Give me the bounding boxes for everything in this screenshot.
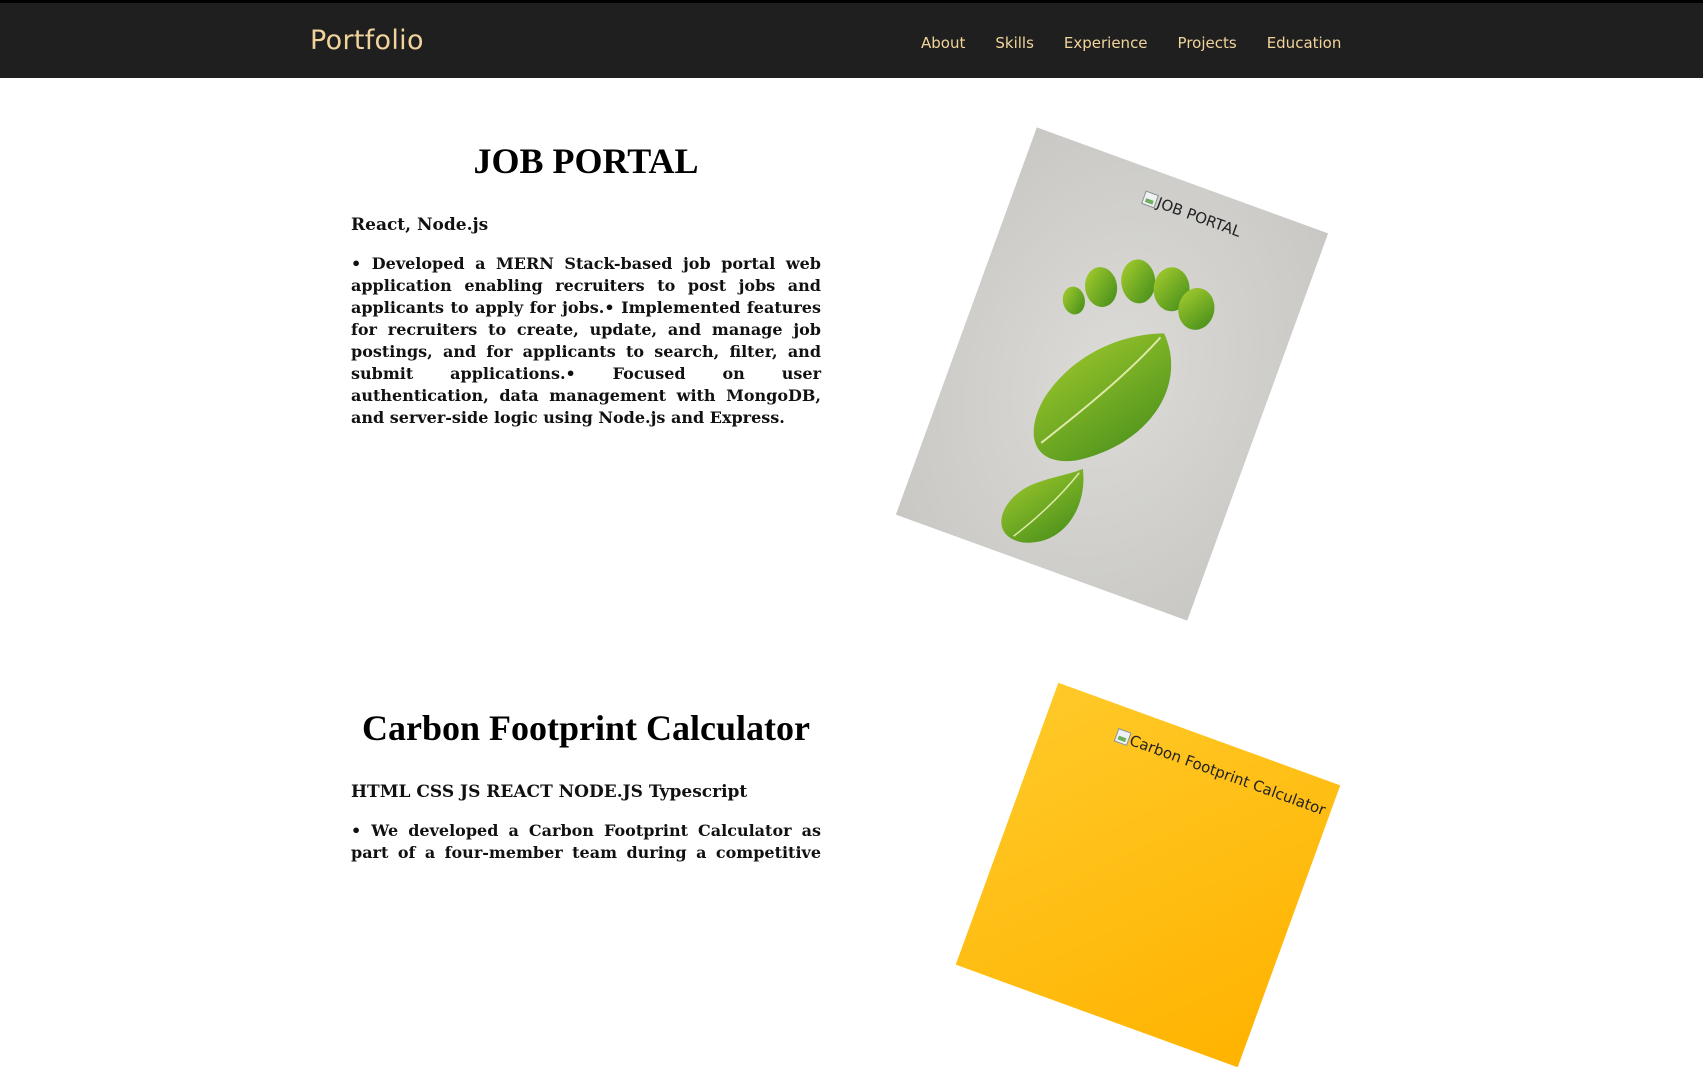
project-description: • Developed a MERN Stack-based job porta… <box>351 254 821 427</box>
project-image: Carbon Footprint Calculator <box>955 682 1341 1067</box>
nav-link-projects[interactable]: Projects <box>1178 34 1237 52</box>
image-alt-text: Carbon Footprint Calculator <box>1113 726 1328 819</box>
project-tech-stack: React, Node.js <box>351 215 489 235</box>
nav-link-experience[interactable]: Experience <box>1064 34 1148 52</box>
leaf-footprint-icon <box>895 127 1329 621</box>
project-title: Carbon Footprint Calculator <box>362 708 810 748</box>
project-image: JOB PORTAL <box>895 127 1329 621</box>
nav-link-education[interactable]: Education <box>1267 34 1342 52</box>
main-nav: About Skills Experience Projects Educati… <box>921 34 1371 52</box>
project-text: JOB PORTAL React, Node.js • Developed a … <box>351 140 821 429</box>
top-navbar: Portfolio About Skills Experience Projec… <box>0 0 1703 78</box>
project-tech-stack: HTML CSS JS REACT NODE.JS Typescript <box>351 782 748 802</box>
nav-link-skills[interactable]: Skills <box>995 34 1034 52</box>
site-logo[interactable]: Portfolio <box>310 25 424 56</box>
project-title: JOB PORTAL <box>473 141 699 181</box>
nav-link-about[interactable]: About <box>921 34 965 52</box>
project-description: • We developed a Carbon Footprint Calcul… <box>351 821 821 862</box>
project-text: Carbon Footprint Calculator HTML CSS JS … <box>351 707 821 864</box>
